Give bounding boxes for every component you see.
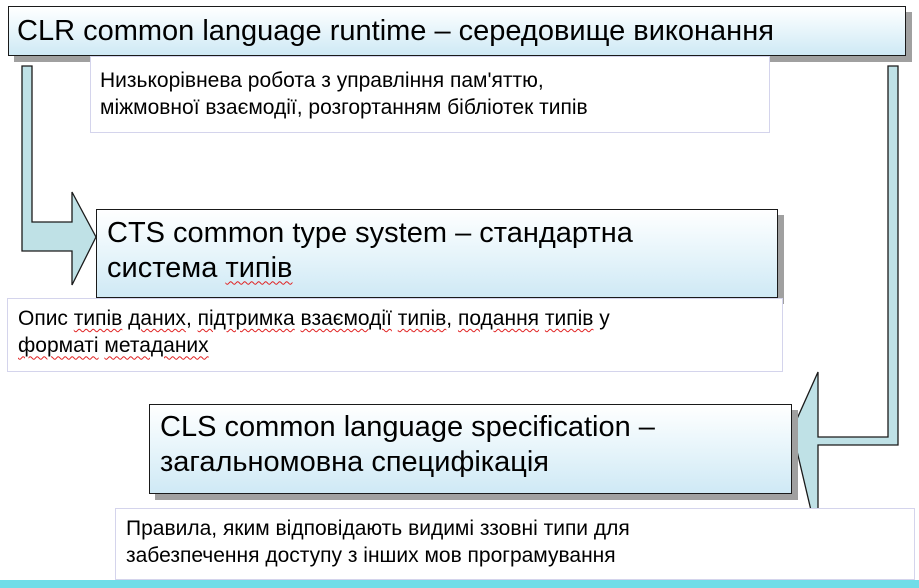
clr-description-box: Низькорівнева робота з управління пам'ят… xyxy=(90,56,770,133)
clr-to-cts-arrow xyxy=(21,65,97,286)
cts-title-line-2-flagged-word: типів xyxy=(225,252,293,285)
cts-title-line-2-text: система xyxy=(107,252,226,285)
cts-desc-flagged-word: взаємодії xyxy=(300,307,392,330)
clr-title-box: CLR common language runtime – середовище… xyxy=(8,6,906,56)
cls-desc-line-2: забезпечення доступу з інших мов програм… xyxy=(126,544,616,568)
cls-title-line-1: CLS common language specification – xyxy=(160,411,655,443)
cts-desc-text: , xyxy=(446,307,458,330)
clr-title: CLR common language runtime – середовище… xyxy=(17,15,774,47)
cts-title-line-1: CTS common type system – стандартна xyxy=(107,217,633,249)
cts-title-box: CTS common type system – стандартна сист… xyxy=(96,209,778,298)
cls-description-box: Правила, яким відповідають видимі ззовні… xyxy=(115,508,915,580)
cts-desc-flagged-word: подання xyxy=(457,307,540,330)
cts-desc-flagged-word: типів xyxy=(397,307,447,330)
cts-desc-flagged-word: підтримка xyxy=(197,307,295,330)
cts-desc-line-1: Опис типів даних, підтримка взаємодії ти… xyxy=(18,305,782,332)
clr-desc-line-1: Низькорівнева робота з управління пам'ят… xyxy=(100,69,544,92)
cts-title-line-2: система типів xyxy=(107,251,777,286)
clr-to-cls-arrow xyxy=(791,65,899,541)
cts-desc-text: Опис xyxy=(18,307,74,330)
cts-desc-text: , xyxy=(185,307,198,330)
cts-desc-line-2: форматі метаданих xyxy=(18,332,782,359)
cts-description-box: Опис типів даних, підтримка взаємодії ти… xyxy=(7,298,783,372)
cls-desc-line-1: Правила, яким відповідають видимі ззовні… xyxy=(126,517,630,540)
cts-desc-flagged-word: даних xyxy=(128,307,186,330)
cts-desc-flagged-word: типів xyxy=(544,307,594,330)
cts-desc-flagged-word: метаданих xyxy=(104,334,209,358)
cts-desc-flagged-word: типів xyxy=(73,307,123,330)
cls-title-line-2: загальномовна специфікація xyxy=(160,446,549,479)
cts-desc-flagged-word: форматі xyxy=(18,334,99,358)
clr-desc-line-2: міжмовної взаємодії, розгортанням бібліо… xyxy=(100,96,588,120)
bottom-accent-bar xyxy=(0,580,919,588)
cls-title-box: CLS common language specification – зага… xyxy=(149,404,792,494)
cts-desc-text: у xyxy=(593,307,610,330)
